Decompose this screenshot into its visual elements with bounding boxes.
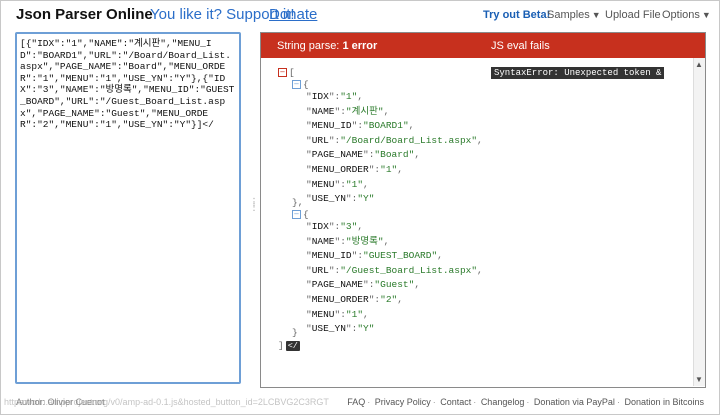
scroll-up-icon[interactable]: ▲ [695, 60, 703, 69]
collapse-toggle-icon[interactable]: − [292, 210, 301, 219]
json-property-line: "MENU_ID":"BOARD1", [306, 120, 415, 132]
changelog-link[interactable]: Changelog [481, 397, 525, 407]
json-key: URL [311, 264, 329, 276]
json-property-line: "URL":"/Board/Board_List.aspx", [306, 134, 483, 146]
json-value: /Board/Board_List.aspx [345, 134, 472, 146]
error-token-tag: </ [285, 341, 300, 351]
json-key: PAGE_NAME [311, 149, 364, 161]
json-value: Guest [380, 279, 409, 291]
json-key: IDX [311, 91, 329, 102]
json-property-line: "MENU_ID":"GUEST_BOARD", [306, 250, 443, 262]
upload-file-link[interactable]: Upload File [605, 9, 661, 21]
json-property-line: "NAME":"방명록", [306, 235, 390, 247]
json-property-line: "USE_YN":"Y" [306, 193, 375, 205]
string-parse-label: String parse: [277, 40, 340, 52]
json-value: BOARD1 [368, 120, 403, 132]
json-property-line: "NAME":"계시판", [306, 105, 390, 117]
top-header: Json Parser Online You like it? Support … [0, 0, 718, 30]
caret-down-icon: ▼ [591, 10, 601, 20]
json-input-editor[interactable]: [{"IDX":"1","NAME":"계시판","MENU_ID":"BOAR… [15, 32, 241, 384]
json-property-line: "IDX":"3", [306, 221, 364, 232]
json-value: GUEST_BOARD [368, 250, 432, 262]
caret-down-icon: ▼ [701, 10, 711, 20]
json-viewer-panel: String parse: 1 error JS eval fails Synt… [260, 32, 706, 388]
footer-author: Author: Olivier Cuenot [16, 397, 105, 407]
error-count: 1 error [342, 40, 378, 52]
options-label: Options [662, 9, 700, 21]
json-property-line: "URL":"/Guest_Board_List.aspx", [306, 264, 483, 276]
samples-menu[interactable]: Samples ▼ [547, 9, 601, 21]
collapse-toggle-icon[interactable]: − [292, 80, 301, 89]
footer: https://cdn.ampproject.org/v0/amp-ad-0.1… [0, 394, 718, 410]
donation-bitcoin-link[interactable]: Donation in Bitcoins [624, 397, 704, 407]
json-property-line: "MENU":"1", [306, 308, 369, 320]
json-property-line: "MENU":"1", [306, 178, 369, 190]
samples-label: Samples [547, 9, 590, 21]
json-key: MENU_ORDER [311, 294, 369, 305]
json-key: URL [311, 134, 329, 146]
json-property-line: "MENU_ORDER":"2", [306, 294, 403, 305]
json-property-line: "MENU_ORDER":"1", [306, 164, 403, 175]
collapse-toggle-icon[interactable]: − [278, 68, 287, 77]
json-key: MENU_ORDER [311, 164, 369, 175]
json-key: MENU [311, 178, 335, 190]
json-value: 방명록 [351, 235, 378, 247]
donate-link[interactable]: Donate [269, 6, 317, 23]
json-property-line: "PAGE_NAME":"Guest", [306, 279, 421, 291]
contact-link[interactable]: Contact [440, 397, 471, 407]
json-key: USE_YN [311, 193, 346, 205]
scroll-down-icon[interactable]: ▼ [695, 375, 703, 384]
json-key: NAME [311, 235, 335, 247]
panel-splitter-handle[interactable]: ⋮ ⋮ [249, 198, 259, 220]
donation-paypal-link[interactable]: Donation via PayPal [534, 397, 615, 407]
json-value: 계시판 [351, 105, 378, 117]
string-parse-status: String parse: 1 error [277, 40, 377, 52]
privacy-policy-link[interactable]: Privacy Policy [375, 397, 431, 407]
json-key: NAME [311, 105, 335, 117]
json-key: USE_YN [311, 323, 346, 335]
vertical-scrollbar[interactable]: ▲ ▼ [693, 58, 705, 386]
error-status-bar: String parse: 1 error JS eval fails [261, 33, 705, 58]
try-beta-link[interactable]: Try out Beta! [483, 9, 550, 21]
js-eval-status: JS eval fails [491, 40, 550, 52]
json-key: PAGE_NAME [311, 279, 364, 291]
options-menu[interactable]: Options ▼ [662, 9, 711, 21]
json-value: /Guest_Board_List.aspx [345, 264, 472, 276]
json-key: MENU [311, 308, 335, 320]
app-title: Json Parser Online [16, 6, 153, 23]
json-property-line: "PAGE_NAME":"Board", [306, 149, 421, 161]
json-property-line: "USE_YN":"Y" [306, 323, 375, 335]
syntax-error-message: SyntaxError: Unexpected token & [491, 67, 665, 79]
json-key: MENU_ID [311, 250, 352, 262]
json-property-line: "IDX":"1", [306, 91, 364, 102]
footer-links: FAQ · Privacy Policy · Contact · Changelog ·… [347, 397, 704, 407]
faq-link[interactable]: FAQ [347, 397, 365, 407]
json-key: MENU_ID [311, 120, 352, 132]
json-key: IDX [311, 221, 329, 232]
json-value: Board [380, 149, 409, 161]
